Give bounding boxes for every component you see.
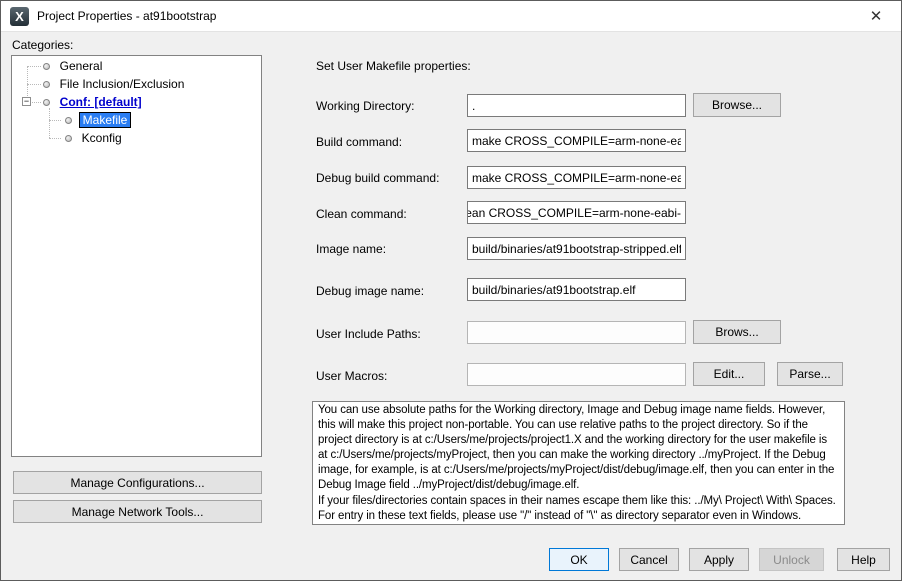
categories-label: Categories: <box>12 38 73 52</box>
collapse-toggle-icon[interactable]: − <box>22 97 31 106</box>
tree-item-label: Conf: [default] <box>57 94 145 110</box>
tree-connector <box>49 120 61 121</box>
debug-build-command-input[interactable] <box>467 166 686 189</box>
help-button[interactable]: Help <box>837 548 890 571</box>
node-circle-icon <box>65 117 72 124</box>
tree-connector <box>27 84 41 85</box>
tree-item-conf-default[interactable]: Conf: [default] <box>43 93 145 111</box>
mplab-x-logo-icon: X <box>10 7 29 26</box>
tree-item-label: File Inclusion/Exclusion <box>57 76 188 92</box>
help-note-text: You can use absolute paths for the Worki… <box>312 401 845 525</box>
tree-item-label: Kconfig <box>79 130 125 146</box>
cancel-button[interactable]: Cancel <box>619 548 679 571</box>
unlock-button: Unlock <box>759 548 824 571</box>
node-circle-icon <box>43 63 50 70</box>
working-directory-label: Working Directory: <box>316 99 466 113</box>
debug-image-name-label: Debug image name: <box>316 284 466 298</box>
title-bar: X Project Properties - at91bootstrap ✕ <box>1 1 901 32</box>
parse-macros-button[interactable]: Parse... <box>777 362 843 386</box>
node-circle-icon <box>43 81 50 88</box>
tree-item-general[interactable]: General <box>43 57 105 75</box>
project-properties-dialog: X Project Properties - at91bootstrap ✕ C… <box>0 0 902 581</box>
manage-network-tools-button[interactable]: Manage Network Tools... <box>13 500 262 523</box>
close-icon[interactable]: ✕ <box>861 5 891 29</box>
node-circle-icon <box>65 135 72 142</box>
section-heading: Set User Makefile properties: <box>316 59 471 73</box>
build-command-input[interactable] <box>467 129 686 152</box>
manage-configurations-button[interactable]: Manage Configurations... <box>13 471 262 494</box>
node-circle-icon <box>43 99 50 106</box>
tree-connector <box>49 108 50 138</box>
tree-item-makefile[interactable]: Makefile <box>65 111 131 129</box>
tree-item-kconfig[interactable]: Kconfig <box>65 129 125 147</box>
tree-item-label-selected: Makefile <box>79 112 132 128</box>
browse-include-paths-button[interactable]: Brows... <box>693 320 781 344</box>
window-title: Project Properties - at91bootstrap <box>37 9 216 23</box>
edit-macros-button[interactable]: Edit... <box>693 362 765 386</box>
ok-button[interactable]: OK <box>549 548 609 571</box>
debug-image-name-input[interactable] <box>467 278 686 301</box>
working-directory-input[interactable] <box>467 94 686 117</box>
tree-item-label: General <box>57 58 106 74</box>
build-command-label: Build command: <box>316 135 466 149</box>
user-macros-label: User Macros: <box>316 369 466 383</box>
apply-button[interactable]: Apply <box>689 548 749 571</box>
categories-tree: General File Inclusion/Exclusion − Conf:… <box>11 55 262 457</box>
clean-command-label: Clean command: <box>316 207 466 221</box>
tree-item-file-inclusion[interactable]: File Inclusion/Exclusion <box>43 75 187 93</box>
image-name-label: Image name: <box>316 242 466 256</box>
debug-build-command-label: Debug build command: <box>316 171 466 185</box>
user-include-paths-label: User Include Paths: <box>316 327 466 341</box>
clean-command-value: plabclean CROSS_COMPILE=arm-none-eabi- <box>467 206 681 220</box>
browse-button[interactable]: Browse... <box>693 93 781 117</box>
user-include-paths-input <box>467 321 686 344</box>
tree-connector <box>27 66 41 67</box>
image-name-input[interactable] <box>467 237 686 260</box>
tree-connector <box>49 138 61 139</box>
user-macros-input <box>467 363 686 386</box>
clean-command-input[interactable]: plabclean CROSS_COMPILE=arm-none-eabi- <box>467 201 686 224</box>
